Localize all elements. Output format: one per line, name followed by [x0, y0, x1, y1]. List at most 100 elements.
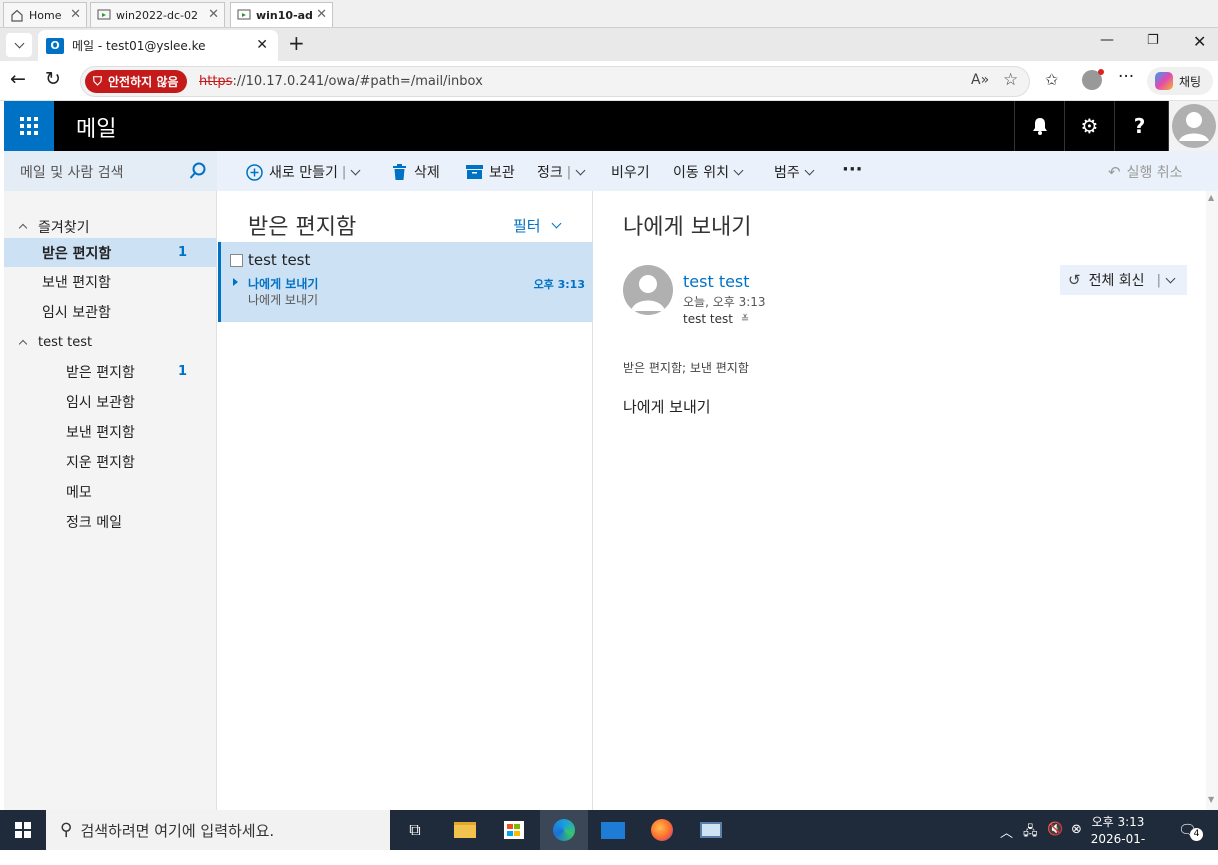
clock[interactable]: 오후 3:13 2026-01-30 [1090, 814, 1146, 865]
store-button[interactable] [490, 810, 538, 850]
collapse-icon [18, 223, 28, 233]
expand-thread-icon[interactable] [233, 278, 238, 286]
copilot-chat-button[interactable]: 채팅 [1147, 67, 1213, 95]
read-aloud-icon[interactable]: A» [971, 72, 989, 88]
more-commands-button[interactable]: ··· [842, 159, 863, 180]
task-view-button[interactable]: ⧉ [391, 810, 439, 850]
folder-notes[interactable]: 메모 [4, 477, 217, 506]
empty-folder-button[interactable]: 비우기 [611, 162, 650, 182]
folder-pane: 즐겨찾기 받은 편지함 1 보낸 편지함 임시 보관함 test test 받은… [4, 191, 217, 810]
folder-label: 메모 [66, 484, 92, 501]
chevron-down-icon[interactable] [1165, 273, 1176, 283]
folder-label: 보낸 편지함 [66, 424, 135, 441]
favorite-star-icon[interactable]: ☆ [1003, 70, 1018, 90]
mail-button[interactable] [589, 810, 637, 850]
shield-warning-icon: ⛉ [93, 74, 103, 88]
account-avatar-button[interactable] [1168, 101, 1218, 151]
new-message-button[interactable]: 새로 만들기 | [246, 162, 361, 182]
rdp-tab-win2022[interactable]: win2022-dc-02 ✕ [90, 2, 225, 27]
delete-label: 삭제 [414, 165, 440, 181]
close-icon[interactable]: ✕ [256, 37, 268, 53]
firefox-button[interactable] [638, 810, 686, 850]
action-center-button[interactable]: 🗨 4 [1178, 820, 1203, 841]
tab-actions-button[interactable] [6, 33, 32, 57]
category-button[interactable]: 범주 [774, 162, 815, 182]
refresh-icon[interactable]: ↻ [45, 68, 61, 90]
message-sender: test test [248, 251, 311, 269]
filter-button[interactable]: 필터 [513, 215, 562, 236]
notifications-button[interactable] [1014, 101, 1064, 151]
error-icon[interactable]: ⊗ [1071, 822, 1082, 837]
edge-button[interactable] [540, 810, 588, 850]
settings-button[interactable]: ⚙ [1064, 101, 1114, 151]
close-window-icon[interactable]: ✕ [1193, 32, 1206, 51]
chevron-down-icon[interactable] [350, 165, 361, 175]
windows-icon [15, 822, 31, 838]
app-title: 메일 [76, 117, 117, 142]
sender-name[interactable]: test test [683, 272, 750, 291]
search-icon: ⚲ [60, 820, 73, 840]
folder-junk[interactable]: 정크 메일 [4, 507, 217, 536]
address-bar[interactable]: ⛉ 안전하지 않음 https://10.17.0.241/owa/#path=… [80, 66, 1030, 97]
chevron-down-icon[interactable] [575, 165, 586, 175]
help-button[interactable]: ? [1114, 101, 1164, 151]
archive-button[interactable]: 보관 [466, 162, 515, 182]
move-to-button[interactable]: 이동 위치 [673, 162, 744, 182]
rdp-tab-win10[interactable]: win10-ad ✕ [230, 2, 333, 27]
search-input[interactable]: 메일 및 사람 검색 [4, 151, 217, 191]
folder-drafts[interactable]: 임시 보관함 [4, 387, 217, 416]
close-icon[interactable]: ✕ [208, 7, 219, 22]
close-icon[interactable]: ✕ [316, 7, 327, 22]
browser-tab-owa[interactable]: O 메일 - test01@yslee.ke ✕ [38, 30, 278, 61]
collapse-icon [18, 339, 28, 349]
delete-button[interactable]: 삭제 [392, 162, 440, 182]
more-icon[interactable]: ··· [1118, 67, 1134, 87]
new-tab-icon[interactable]: + [288, 31, 305, 55]
app-launcher-button[interactable] [4, 101, 54, 151]
list-item[interactable]: test test 나에게 보내기 오후 3:13 나에게 보내기 [218, 242, 593, 322]
bell-icon [1032, 118, 1047, 135]
favorite-drafts[interactable]: 임시 보관함 [4, 297, 217, 326]
undo-button[interactable]: ↶ 실행 취소 [1108, 162, 1183, 182]
rdp-tab-home[interactable]: Home ✕ [3, 2, 87, 27]
folder-deleted[interactable]: 지운 편지함 [4, 447, 217, 476]
new-label: 새로 만들기 [269, 165, 338, 181]
taskbar-search-input[interactable]: ⚲ 검색하려면 여기에 입력하세요. [46, 810, 390, 850]
file-explorer-button[interactable] [441, 810, 489, 850]
insecure-badge[interactable]: ⛉ 안전하지 않음 [85, 70, 188, 93]
trash-icon [393, 164, 406, 180]
expand-recipients-icon: ≚ [740, 313, 750, 325]
recipient-line[interactable]: test test ≚ [683, 312, 749, 326]
network-icon[interactable]: 🖧 [1023, 822, 1038, 844]
close-icon[interactable]: ✕ [70, 7, 81, 22]
outlook-icon: O [46, 37, 64, 54]
folder-inbox[interactable]: 받은 편지함 1 [4, 357, 217, 386]
waffle-icon [20, 117, 38, 135]
tray-overflow-icon[interactable]: ︿ [1000, 822, 1013, 841]
restore-icon[interactable]: ❐ [1147, 33, 1159, 48]
account-header[interactable]: test test [4, 328, 217, 357]
reply-all-icon: ↺ [1068, 271, 1081, 289]
back-icon[interactable]: ← [10, 68, 26, 90]
favorite-inbox[interactable]: 받은 편지함 1 [4, 238, 217, 267]
junk-button[interactable]: 정크 | [537, 162, 586, 182]
browser-tab-title: 메일 - test01@yslee.ke [72, 39, 206, 53]
folder-sent[interactable]: 보낸 편지함 [4, 417, 217, 446]
favorites-header[interactable]: 즐겨찾기 [4, 212, 217, 241]
junk-label: 정크 [537, 165, 563, 181]
category-label: 범주 [774, 165, 800, 181]
volume-muted-icon[interactable]: 🔇 [1047, 822, 1063, 837]
folder-label: 임시 보관함 [66, 394, 135, 411]
message-checkbox[interactable] [230, 254, 243, 267]
scroll-down-icon[interactable]: ▼ [1208, 795, 1214, 804]
archive-label: 보관 [489, 165, 515, 181]
scrollbar[interactable]: ▲ ▼ [1206, 191, 1218, 810]
remote-desktop-button[interactable] [687, 810, 735, 850]
chevron-down-icon [804, 165, 815, 175]
favorite-sent[interactable]: 보낸 편지함 [4, 267, 217, 296]
start-button[interactable] [0, 810, 46, 850]
minimize-icon[interactable]: — [1100, 32, 1114, 48]
reply-all-button[interactable]: ↺ 전체 회신 | [1060, 265, 1187, 295]
scroll-up-icon[interactable]: ▲ [1208, 193, 1214, 202]
favorites-icon[interactable]: ✩ [1045, 70, 1058, 89]
